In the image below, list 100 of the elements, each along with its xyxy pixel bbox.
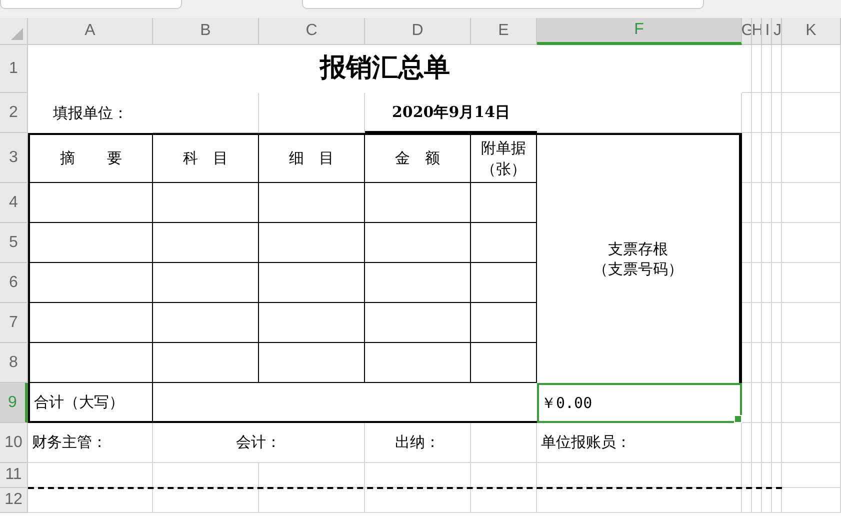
sheet-cell[interactable] (752, 263, 762, 303)
sheet-cell[interactable] (772, 383, 782, 423)
row-header[interactable]: 12 (0, 488, 28, 513)
sheet-cell[interactable] (782, 133, 841, 183)
sheet-cell[interactable] (762, 303, 772, 343)
sheet-cell[interactable] (782, 343, 841, 383)
row-header[interactable]: 10 (0, 423, 28, 463)
select-all-corner[interactable] (0, 18, 28, 45)
sheet-cell[interactable] (537, 488, 742, 513)
sheet-cell[interactable] (762, 93, 772, 133)
sheet-cell[interactable] (782, 45, 841, 93)
row-header[interactable]: 3 (0, 133, 28, 183)
sheet-cell[interactable] (762, 463, 772, 488)
sheet-cell[interactable] (28, 488, 153, 513)
sheet-cell[interactable] (772, 423, 782, 463)
sheet-cell[interactable] (762, 488, 772, 513)
sheet-cell[interactable] (153, 463, 259, 488)
fill-handle[interactable] (734, 415, 742, 423)
sheet-cell[interactable] (772, 133, 782, 183)
sheet-cell[interactable] (762, 133, 772, 183)
sheet-cell[interactable] (782, 488, 841, 513)
sheet-cell[interactable]: 会计： (153, 423, 365, 463)
sheet-cell[interactable] (762, 45, 772, 93)
sheet-cell[interactable] (471, 488, 537, 513)
row-header[interactable]: 11 (0, 463, 28, 488)
sheet-cell[interactable] (742, 488, 752, 513)
column-header[interactable]: D (365, 18, 471, 45)
sheet-cell[interactable] (762, 263, 772, 303)
column-header[interactable]: H (752, 18, 762, 45)
sheet-cell[interactable] (742, 93, 752, 133)
sheet-cell[interactable] (782, 423, 841, 463)
sheet-cell[interactable] (752, 463, 762, 488)
sheet-cell[interactable] (752, 423, 762, 463)
sheet-cell[interactable] (471, 463, 537, 488)
sheet-cell[interactable] (772, 303, 782, 343)
column-header[interactable]: C (259, 18, 365, 45)
sheet-cell[interactable] (153, 488, 259, 513)
sheet-cell[interactable] (772, 343, 782, 383)
row-header[interactable]: 6 (0, 263, 28, 303)
sheet-cell[interactable] (772, 183, 782, 223)
sheet-cell[interactable] (772, 93, 782, 133)
sheet-cell[interactable] (762, 343, 772, 383)
sheet-cell[interactable] (752, 223, 762, 263)
sheet-cell[interactable] (782, 183, 841, 223)
signature-label: 会计： (236, 433, 281, 452)
sheet-cell[interactable] (259, 488, 365, 513)
sheet-cell[interactable] (782, 263, 841, 303)
column-header[interactable]: G (742, 18, 752, 45)
sheet-cell[interactable] (752, 133, 762, 183)
sheet-cell[interactable] (782, 303, 841, 343)
sheet-cell[interactable] (752, 45, 762, 93)
row-header[interactable]: 9 (0, 383, 28, 423)
row-header[interactable]: 2 (0, 93, 28, 133)
column-header[interactable]: E (471, 18, 537, 45)
sheet-cell[interactable] (782, 223, 841, 263)
sheet-cell[interactable] (762, 223, 772, 263)
sheet-cell[interactable] (752, 93, 762, 133)
sheet-cell[interactable]: 单位报账员： (537, 423, 742, 463)
sheet-cell[interactable] (782, 383, 841, 423)
sheet-cell[interactable] (782, 93, 841, 133)
sheet-cell[interactable] (752, 303, 762, 343)
sheet-cell[interactable] (365, 488, 471, 513)
sheet-cell[interactable] (762, 423, 772, 463)
sheet-cell[interactable] (742, 463, 752, 488)
sheet-cell[interactable] (752, 488, 762, 513)
row-header[interactable]: 7 (0, 303, 28, 343)
sheet-cell[interactable] (772, 263, 782, 303)
sheet-cell[interactable] (752, 383, 762, 423)
signature-label: 出纳： (395, 433, 440, 452)
signature-label: 财务主管： (32, 433, 107, 452)
sheet-cell[interactable]: 财务主管： (28, 423, 153, 463)
sheet-cell[interactable] (782, 463, 841, 488)
row-header[interactable]: 5 (0, 223, 28, 263)
row-header[interactable]: 1 (0, 45, 28, 93)
sheet-cell[interactable] (772, 488, 782, 513)
column-header[interactable]: F (537, 18, 742, 45)
sheet-cell[interactable]: 出纳： (365, 423, 471, 463)
corner-triangle-icon (11, 28, 23, 40)
sheet-cell[interactable] (752, 183, 762, 223)
column-header[interactable]: I (762, 18, 772, 45)
sheet-cell[interactable] (365, 463, 471, 488)
sheet-cell[interactable] (752, 343, 762, 383)
sheet-cell[interactable] (772, 223, 782, 263)
table-header: 摘要 (28, 133, 153, 183)
sheet-cell[interactable] (742, 423, 752, 463)
sheet-cell[interactable] (762, 183, 772, 223)
sheet-cell[interactable] (772, 463, 782, 488)
sheet-cell[interactable] (762, 383, 772, 423)
column-header[interactable]: A (28, 18, 153, 45)
row-header[interactable]: 4 (0, 183, 28, 223)
stub-text: （支票号码） (593, 259, 683, 280)
stub-text: 支票存根 (608, 238, 668, 259)
sheet-cell[interactable] (772, 45, 782, 93)
column-header[interactable]: J (772, 18, 782, 45)
column-header[interactable]: K (782, 18, 841, 45)
signature-label: 单位报账员： (541, 433, 631, 452)
row-header[interactable]: 8 (0, 343, 28, 383)
column-header[interactable]: B (153, 18, 259, 45)
total-value[interactable]: ￥0.00 (537, 383, 742, 423)
table-header: 附单据（张） (471, 133, 537, 183)
